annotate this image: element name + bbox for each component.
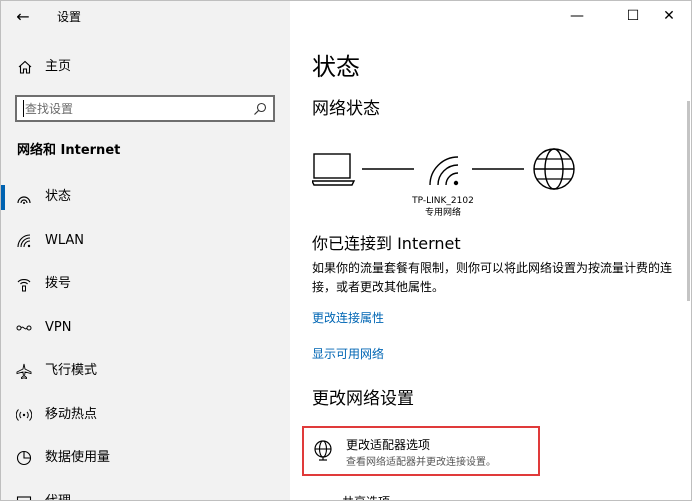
sharing-options-button[interactable]: 共享选项 [312, 491, 512, 501]
vpn-icon [16, 325, 32, 330]
wifi-icon [17, 233, 31, 247]
sharing-icon [312, 497, 330, 501]
sidebar-item-airplane[interactable]: 飞行模式 [1, 350, 290, 394]
search-icon[interactable] [253, 102, 267, 116]
hotspot-icon [16, 408, 32, 421]
laptop-icon [312, 153, 356, 186]
arrow-left-icon: ← [16, 7, 30, 26]
change-connection-properties-link[interactable]: 更改连接属性 [312, 309, 384, 327]
section-title: 网络和 Internet [17, 143, 121, 158]
sidebar-item-home[interactable]: 主页 [1, 51, 290, 83]
sidebar-item-label: VPN [45, 319, 72, 335]
text-caret [23, 100, 24, 117]
wifi-icon [429, 156, 459, 186]
app-title: 设置 [57, 10, 82, 24]
sidebar-item-label: 状态 [45, 189, 72, 204]
sidebar-item-status[interactable]: 状态 [1, 176, 290, 220]
sharing-option-title: 共享选项 [342, 493, 390, 500]
globe-icon [533, 148, 575, 190]
show-available-networks-link[interactable]: 显示可用网络 [312, 345, 384, 363]
data-usage-icon [16, 450, 32, 466]
sidebar-item-proxy[interactable]: 代理 [1, 481, 290, 501]
proxy-icon [16, 495, 32, 500]
change-adapter-options-button[interactable]: 更改适配器选项 查看网络适配器并更改连接设置。 [302, 426, 540, 476]
home-label: 主页 [45, 59, 72, 74]
sidebar-item-wlan[interactable]: WLAN [1, 220, 290, 264]
sidebar-item-label: 拨号 [45, 276, 72, 291]
page-title: 状态 [312, 53, 360, 81]
search-box[interactable] [15, 95, 275, 122]
network-type: 专用网络 [424, 208, 461, 218]
sidebar-item-dialup[interactable]: 拨号 [1, 263, 290, 307]
sidebar-item-label: 移动热点 [45, 406, 98, 422]
main-content: — ☐ ✕ 状态 网络状态 TP-LINK_2102 专用网络 你已连接到 In… [290, 1, 691, 501]
dialup-icon [17, 279, 31, 292]
sidebar-item-label: 数据使用量 [45, 450, 111, 465]
change-network-settings-heading: 更改网络设置 [312, 389, 414, 409]
airplane-icon [16, 363, 32, 379]
sidebar-item-hotspot[interactable]: 移动热点 [1, 394, 290, 438]
adapter-globe-icon [314, 440, 332, 461]
adapter-option-title: 更改适配器选项 [346, 438, 431, 452]
home-icon [18, 60, 32, 74]
sidebar-nav: 状态 WLAN 拨号 VPN 飞行模式 移动热点 数据使用量 代理 [1, 176, 290, 501]
sidebar-item-label: WLAN [45, 232, 85, 248]
back-button[interactable]: ← [11, 5, 35, 29]
adapter-option-subtitle: 查看网络适配器并更改连接设置。 [346, 457, 496, 468]
minimize-button[interactable]: — [554, 1, 600, 33]
sidebar: ← 设置 主页 网络和 Internet [1, 1, 290, 501]
settings-window: ← 设置 主页 网络和 Internet [0, 0, 692, 501]
close-button[interactable]: ✕ [646, 1, 691, 33]
connection-description: 如果你的流量套餐有限制，则你可以将此网络设置为按流量计费的连接，或者更改其他属性… [312, 261, 673, 294]
sidebar-item-data-usage[interactable]: 数据使用量 [1, 437, 290, 481]
network-status-heading: 网络状态 [312, 99, 380, 119]
sidebar-item-label: 飞行模式 [45, 363, 98, 378]
scrollbar[interactable] [687, 101, 690, 301]
sidebar-item-vpn[interactable]: VPN [1, 307, 290, 351]
search-input[interactable] [25, 99, 245, 118]
network-name: TP-LINK_2102 [412, 196, 474, 206]
status-icon [17, 196, 31, 204]
connected-heading: 你已连接到 Internet [312, 234, 461, 253]
sidebar-item-label: 代理 [45, 493, 72, 501]
title-bar: ← 设置 [1, 1, 290, 33]
